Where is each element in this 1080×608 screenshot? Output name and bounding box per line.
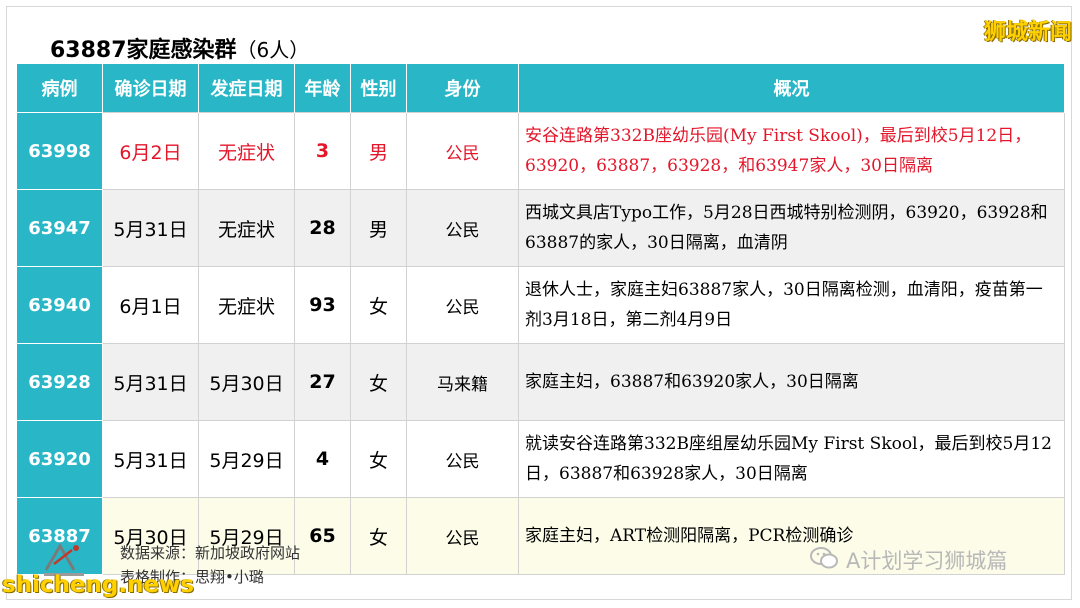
site-watermark: shicheng.news	[2, 572, 195, 598]
table-header-row: 病例 确诊日期 发症日期 年龄 性别 身份 概况	[16, 64, 1065, 113]
summary: 安谷连路第332B座幼乐园(My First Skool)，最后到校5月12日，…	[518, 112, 1065, 190]
case-id: 63928	[16, 343, 103, 421]
table-row: 63947 5月31日 无症状 28 男 公民 西城文具店Typo工作，5月28…	[16, 189, 1065, 267]
age: 28	[294, 189, 351, 267]
data-source: 数据来源：新加坡政府网站	[120, 544, 301, 562]
sex: 男	[350, 189, 407, 267]
case-id: 63947	[16, 189, 103, 267]
onset-date: 无症状	[198, 112, 295, 190]
table-row: 63920 5月31日 5月29日 4 女 公民 就读安谷连路第332B座组屋幼…	[16, 420, 1065, 498]
header-summary: 概况	[518, 64, 1065, 113]
table-row: 63998 6月2日 无症状 3 男 公民 安谷连路第332B座幼乐园(My F…	[16, 112, 1065, 190]
summary: 西城文具店Typo工作，5月28日西城特别检测阴，63920，63928和638…	[518, 189, 1065, 267]
wechat-icon	[810, 546, 838, 575]
summary: 退休人士，家庭主妇63887家人，30日隔离检测，血清阳，疫苗第一剂3月18日，…	[518, 266, 1065, 344]
sex: 女	[350, 343, 407, 421]
summary: 家庭主妇，63887和63920家人，30日隔离	[518, 343, 1065, 421]
cases-table: 病例 确诊日期 发症日期 年龄 性别 身份 概况 63998 6月2日 无症状 …	[16, 64, 1065, 575]
status: 马来籍	[406, 343, 519, 421]
status: 公民	[406, 497, 519, 575]
title-count: （6人）	[236, 38, 310, 62]
title-main: 63887家庭感染群	[50, 38, 237, 63]
case-id: 63920	[16, 420, 103, 498]
brand-watermark-top: 狮城新闻	[983, 20, 1072, 45]
status: 公民	[406, 189, 519, 267]
status: 公民	[406, 112, 519, 190]
status: 公民	[406, 266, 519, 344]
onset-date: 无症状	[198, 266, 295, 344]
sex: 女	[350, 420, 407, 498]
sex: 女	[350, 266, 407, 344]
onset-date: 5月30日	[198, 343, 295, 421]
confirmed-date: 5月31日	[102, 343, 199, 421]
sex: 女	[350, 497, 407, 575]
age: 4	[294, 420, 351, 498]
summary: 就读安谷连路第332B座组屋幼乐园My First Skool，最后到校5月12…	[518, 420, 1065, 498]
header-confirmed: 确诊日期	[102, 64, 199, 113]
status: 公民	[406, 420, 519, 498]
page-title: 63887家庭感染群（6人）	[50, 32, 309, 64]
wechat-account: A计划学习狮城篇	[810, 545, 1007, 575]
case-id: 63998	[16, 112, 103, 190]
header-case: 病例	[16, 64, 103, 113]
age: 65	[294, 497, 351, 575]
confirmed-date: 6月2日	[102, 112, 199, 190]
header-age: 年龄	[294, 64, 351, 113]
onset-date: 5月29日	[198, 420, 295, 498]
sex: 男	[350, 112, 407, 190]
header-status: 身份	[406, 64, 519, 113]
confirmed-date: 6月1日	[102, 266, 199, 344]
confirmed-date: 5月31日	[102, 420, 199, 498]
age: 93	[294, 266, 351, 344]
confirmed-date: 5月31日	[102, 189, 199, 267]
age: 3	[294, 112, 351, 190]
age: 27	[294, 343, 351, 421]
header-sex: 性别	[350, 64, 407, 113]
header-onset: 发症日期	[198, 64, 295, 113]
table-row: 63928 5月31日 5月30日 27 女 马来籍 家庭主妇，63887和63…	[16, 343, 1065, 421]
onset-date: 无症状	[198, 189, 295, 267]
case-id: 63940	[16, 266, 103, 344]
wechat-account-name: A计划学习狮城篇	[846, 549, 1008, 573]
table-row: 63940 6月1日 无症状 93 女 公民 退休人士，家庭主妇63887家人，…	[16, 266, 1065, 344]
